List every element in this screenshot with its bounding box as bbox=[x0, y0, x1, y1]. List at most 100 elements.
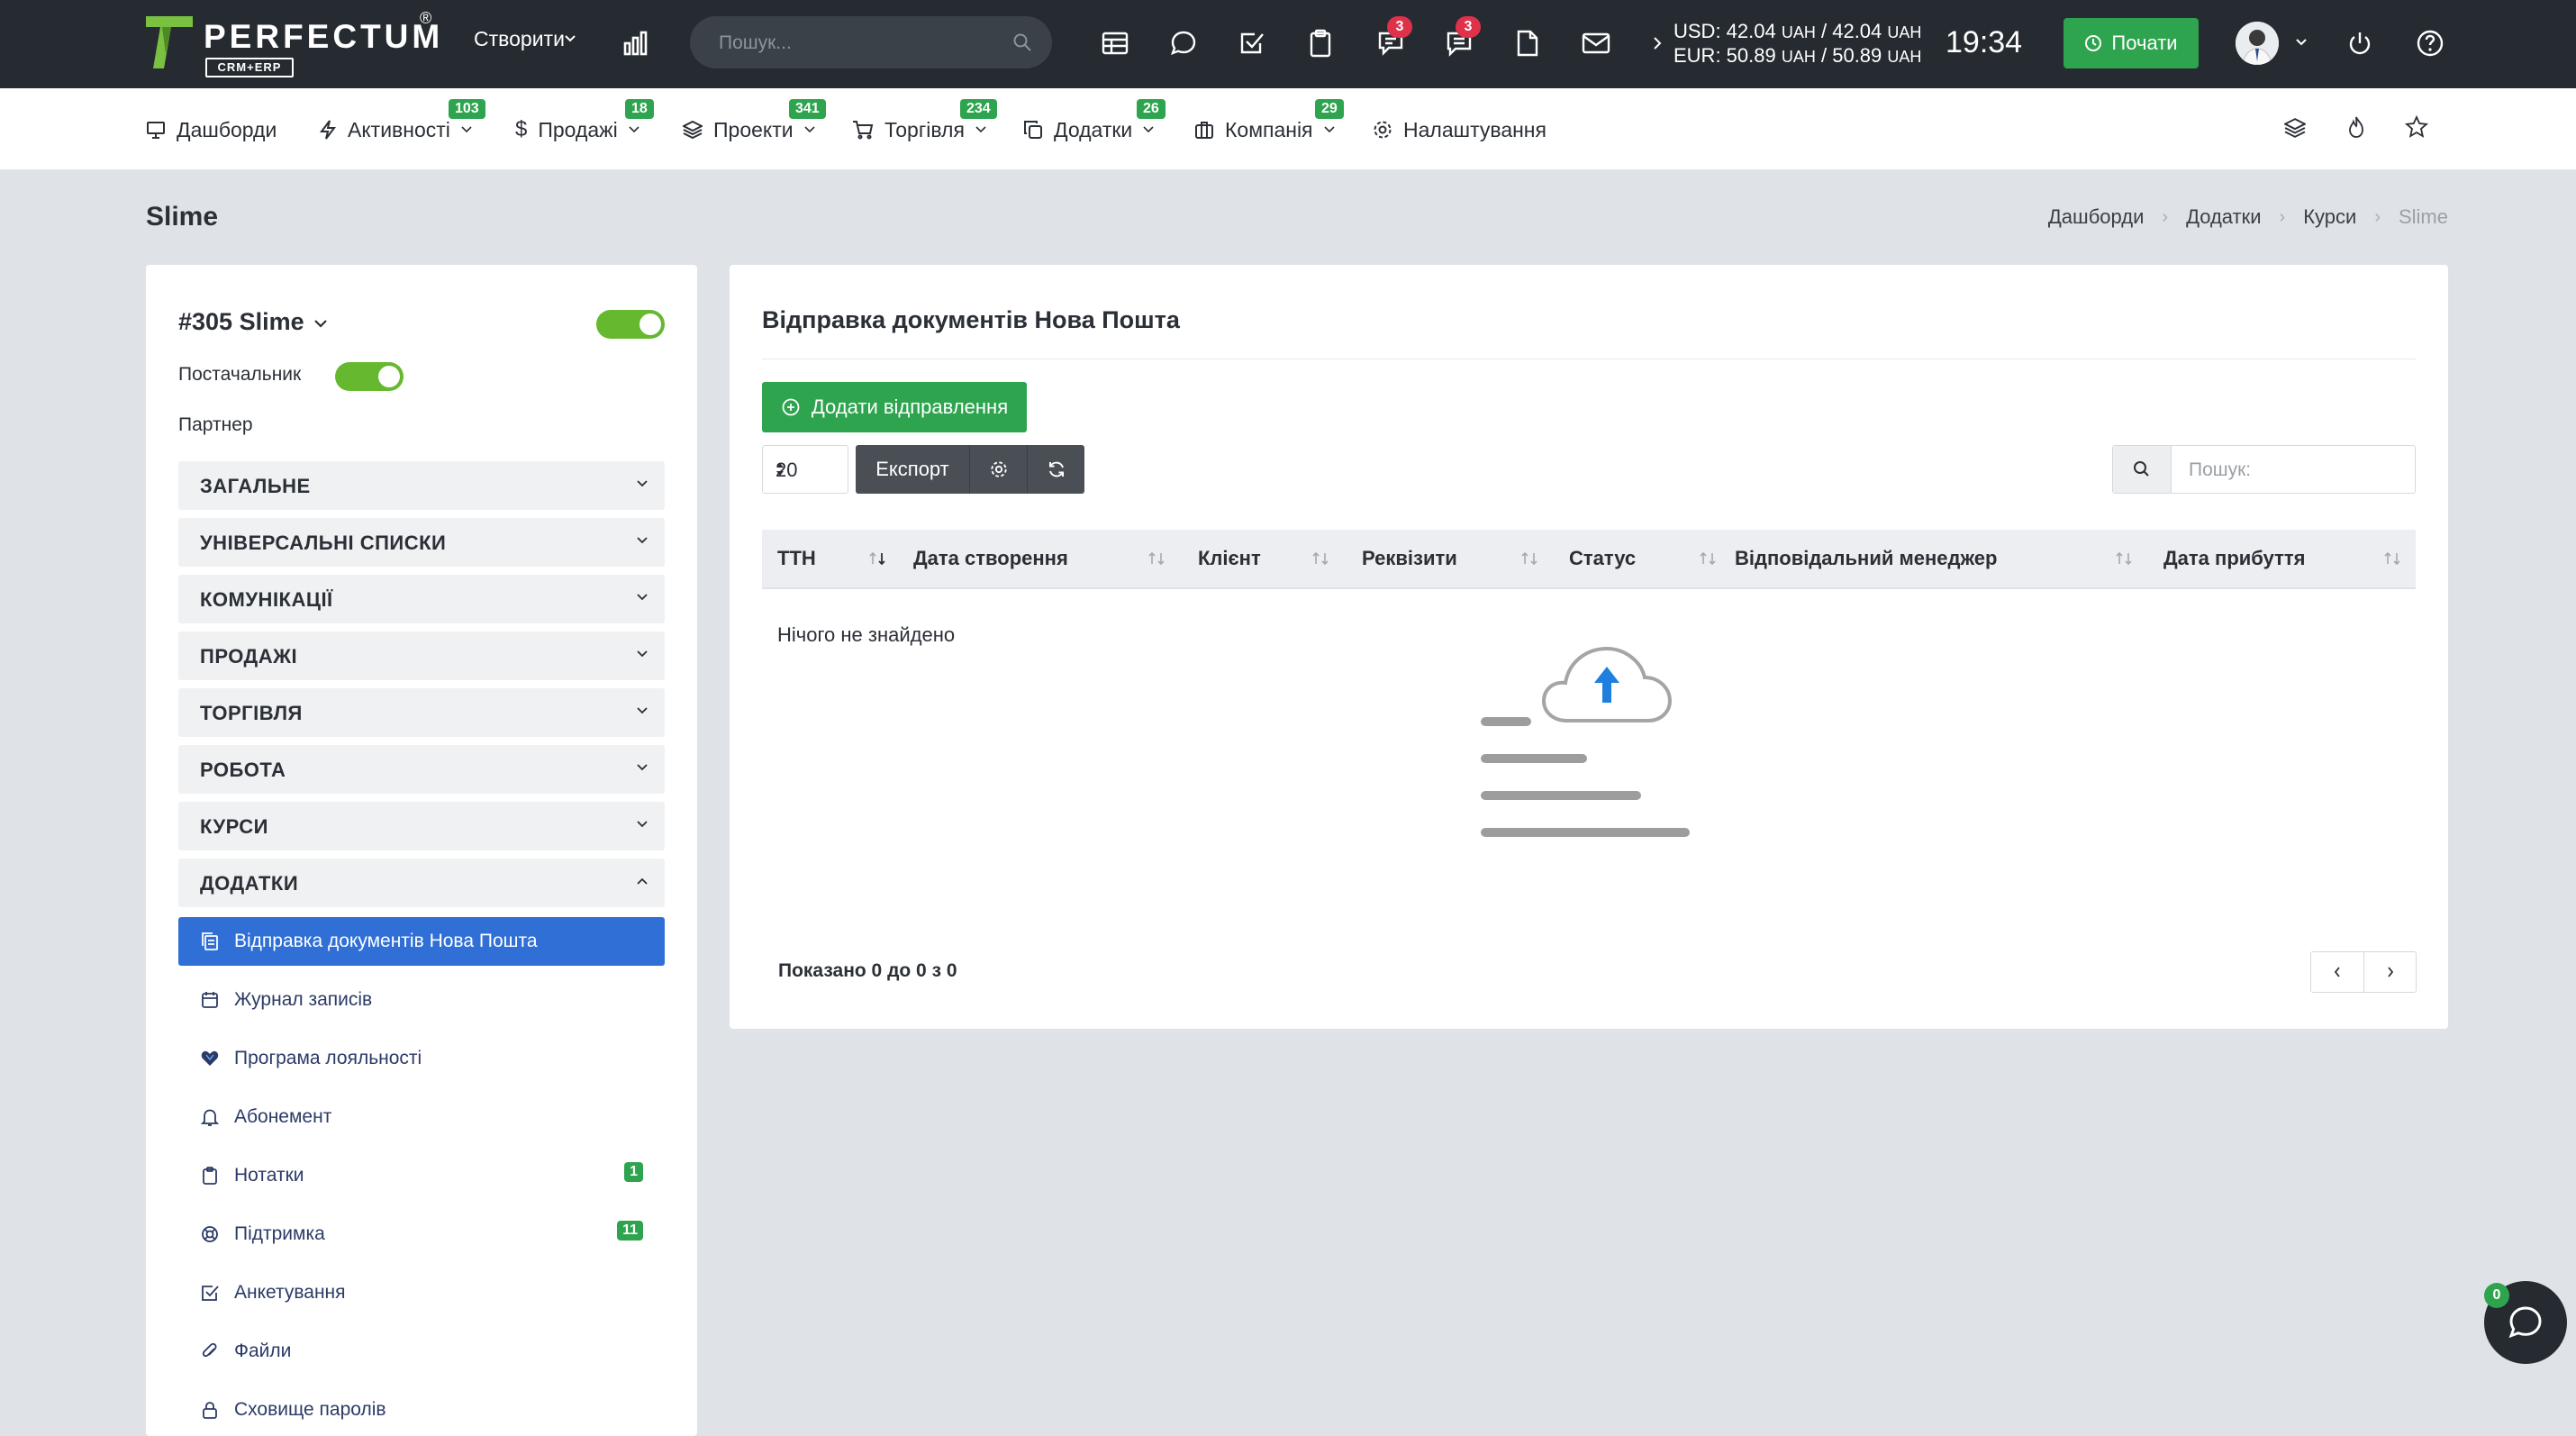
previous-page-button[interactable] bbox=[2311, 952, 2364, 992]
column-settings-button[interactable] bbox=[970, 445, 1028, 494]
export-button[interactable]: Експорт bbox=[856, 445, 970, 494]
section-courses[interactable]: КУРСИ bbox=[178, 802, 665, 850]
layers-icon[interactable] bbox=[2284, 117, 2306, 139]
menu-label: Додатки bbox=[1054, 117, 1133, 141]
sort-icon[interactable] bbox=[1147, 551, 1167, 566]
addon-label: Нотатки bbox=[234, 1165, 304, 1186]
menu-item-dashboards[interactable]: Дашборди bbox=[146, 115, 277, 144]
breadcrumb-courses[interactable]: Курси bbox=[2303, 205, 2356, 229]
addon-item-files[interactable]: Файли bbox=[178, 1327, 665, 1376]
usd-rate: USD: 42.04 bbox=[1673, 20, 1776, 42]
table-search[interactable] bbox=[2112, 445, 2416, 494]
shipments-panel: Відправка документів Нова Пошта Додати в… bbox=[730, 265, 2448, 1029]
star-icon[interactable] bbox=[2405, 115, 2428, 139]
menu-item-activities[interactable]: Активності bbox=[319, 115, 472, 144]
chats-badge: 3 bbox=[1387, 16, 1412, 38]
global-search[interactable] bbox=[690, 16, 1052, 68]
start-timer-button[interactable]: Почати bbox=[2064, 18, 2199, 68]
column-status[interactable]: Статус bbox=[1569, 530, 1636, 587]
chevron-down-icon bbox=[636, 593, 649, 602]
addons-badge: 26 bbox=[1137, 99, 1166, 119]
addon-item-nova-poshta[interactable]: Відправка документів Нова Пошта bbox=[178, 917, 665, 966]
section-universal-lists[interactable]: УНІВЕРСАЛЬНІ СПИСКИ bbox=[178, 518, 665, 567]
mail-icon[interactable] bbox=[1578, 25, 1614, 61]
addon-item-subscription[interactable]: Абонемент bbox=[178, 1093, 665, 1141]
partner-label: Партнер bbox=[178, 414, 253, 435]
addon-item-loyalty[interactable]: Програма лояльності bbox=[178, 1034, 665, 1083]
column-requisites[interactable]: Реквізити bbox=[1362, 530, 1457, 587]
lifebuoy-icon bbox=[200, 1224, 220, 1244]
section-general[interactable]: ЗАГАЛЬНЕ bbox=[178, 461, 665, 510]
table-search-input[interactable] bbox=[2187, 457, 2398, 484]
global-search-input[interactable] bbox=[717, 29, 991, 58]
tasks-checkbox-icon[interactable] bbox=[1234, 25, 1270, 61]
addon-item-support[interactable]: Підтримка 11 bbox=[178, 1210, 665, 1259]
dollar-icon: $ bbox=[515, 117, 528, 141]
chevron-right-icon[interactable] bbox=[1639, 25, 1675, 61]
brand-name[interactable]: PERFECTUM bbox=[204, 18, 443, 56]
section-sales[interactable]: ПРОДАЖІ bbox=[178, 632, 665, 680]
avatar[interactable] bbox=[2236, 22, 2279, 65]
section-work[interactable]: РОБОТА bbox=[178, 745, 665, 794]
clipboard-icon[interactable] bbox=[1302, 25, 1338, 61]
table-icon[interactable] bbox=[1097, 25, 1133, 61]
column-manager[interactable]: Відповідальний менеджер bbox=[1735, 530, 1997, 587]
section-trade[interactable]: ТОРГІВЛЯ bbox=[178, 688, 665, 737]
copy-icon bbox=[1023, 120, 1043, 140]
addon-item-journal[interactable]: Журнал записів bbox=[178, 976, 665, 1024]
breadcrumb-addons[interactable]: Додатки bbox=[2186, 205, 2261, 229]
chat-bubble-icon[interactable] bbox=[1166, 25, 1202, 61]
sort-arrows-icon bbox=[776, 461, 835, 477]
chat-widget-count: 0 bbox=[2484, 1283, 2509, 1308]
sort-icon[interactable] bbox=[2115, 551, 2135, 566]
chevron-down-icon bbox=[636, 650, 649, 659]
logo-mark-icon[interactable] bbox=[144, 14, 195, 70]
breadcrumb-dashboards[interactable]: Дашборди bbox=[2048, 205, 2144, 229]
eur-rate: EUR: 50.89 bbox=[1673, 44, 1776, 67]
addon-item-surveys[interactable]: Анкетування bbox=[178, 1268, 665, 1317]
activities-badge: 103 bbox=[449, 99, 485, 119]
addon-label: Сховище паролів bbox=[234, 1399, 386, 1420]
chevron-down-icon[interactable] bbox=[2295, 38, 2308, 47]
document-icon[interactable] bbox=[1510, 25, 1546, 61]
search-icon[interactable] bbox=[1012, 32, 1032, 52]
power-icon[interactable] bbox=[2342, 25, 2378, 61]
supplier-toggle[interactable] bbox=[335, 362, 404, 391]
menu-item-addons[interactable]: Додатки bbox=[1023, 115, 1154, 144]
section-addons[interactable]: ДОДАТКИ bbox=[178, 859, 665, 907]
help-icon[interactable] bbox=[2412, 25, 2448, 61]
gear-icon bbox=[1373, 120, 1392, 140]
client-title[interactable]: #305 Slime bbox=[178, 308, 304, 336]
create-menu[interactable]: Створити bbox=[474, 27, 565, 51]
pagination-info: Показано 0 до 0 з 0 bbox=[778, 960, 957, 981]
menu-item-settings[interactable]: Налаштування bbox=[1373, 115, 1547, 144]
sort-icon[interactable] bbox=[2383, 551, 2403, 566]
brand-sub: CRM+ERP bbox=[205, 58, 294, 77]
refresh-button[interactable] bbox=[1028, 445, 1084, 494]
sort-desc-icon[interactable] bbox=[868, 551, 888, 566]
menu-item-sales[interactable]: $ Продажі bbox=[515, 115, 639, 144]
addon-item-passwords[interactable]: Сховище паролів bbox=[178, 1386, 665, 1434]
next-page-button[interactable] bbox=[2364, 952, 2416, 992]
bar-chart-icon[interactable] bbox=[618, 25, 654, 61]
sort-icon[interactable] bbox=[1311, 551, 1331, 566]
add-shipment-button[interactable]: Додати відправлення bbox=[762, 382, 1027, 432]
chevron-down-icon[interactable] bbox=[564, 34, 576, 43]
column-client[interactable]: Клієнт bbox=[1198, 530, 1261, 587]
panel-title: Відправка документів Нова Пошта bbox=[762, 306, 1180, 333]
section-communications[interactable]: КОМУНІКАЦІЇ bbox=[178, 575, 665, 623]
column-ttn[interactable]: ТТН bbox=[777, 530, 816, 587]
menu-item-company[interactable]: Компанія bbox=[1194, 115, 1335, 144]
addon-item-notes[interactable]: Нотатки 1 bbox=[178, 1151, 665, 1200]
fire-icon[interactable] bbox=[2345, 115, 2367, 139]
page-size-select[interactable]: 20 bbox=[762, 445, 848, 494]
chevron-down-icon[interactable] bbox=[313, 319, 328, 328]
client-active-toggle[interactable] bbox=[596, 310, 665, 339]
menu-item-trade[interactable]: Торгівля bbox=[852, 115, 986, 144]
column-created-date[interactable]: Дата створення bbox=[913, 530, 1068, 587]
column-arrival-date[interactable]: Дата прибуття bbox=[2163, 530, 2305, 587]
sort-icon[interactable] bbox=[1520, 551, 1540, 566]
section-label: РОБОТА bbox=[200, 759, 286, 781]
sort-icon[interactable] bbox=[1699, 551, 1719, 566]
menu-item-projects[interactable]: Проекти bbox=[683, 115, 815, 144]
